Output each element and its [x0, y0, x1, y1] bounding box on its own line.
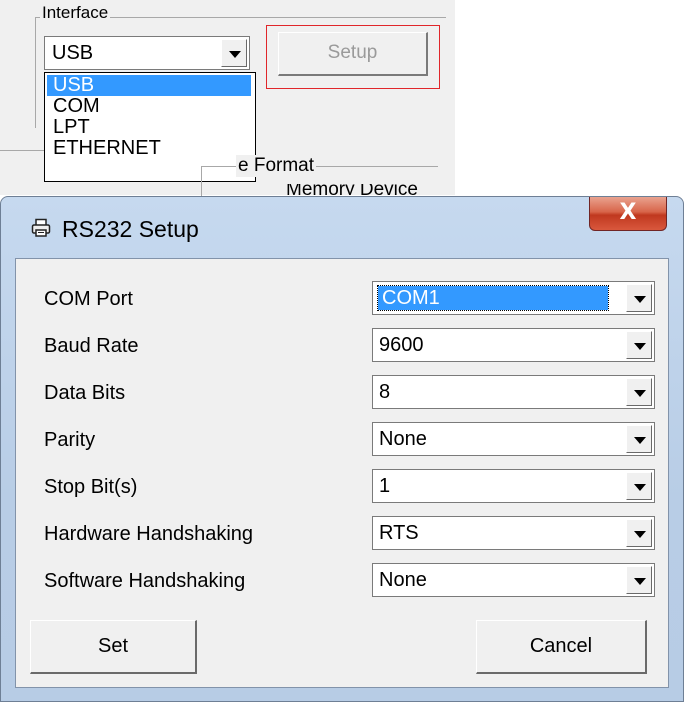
software-handshaking-select[interactable]: None [372, 563, 655, 597]
interface-option-lpt[interactable]: LPT [47, 117, 251, 138]
hardware-handshaking-label: Hardware Handshaking [44, 523, 254, 545]
format-legend: e Format [236, 155, 317, 177]
chevron-down-icon[interactable] [626, 284, 652, 312]
set-button[interactable]: Set [30, 620, 197, 674]
chevron-down-icon[interactable] [626, 472, 652, 500]
data-bits-label: Data Bits [44, 382, 126, 404]
divider [0, 150, 44, 151]
interface-option-ethernet[interactable]: ETHERNET [47, 138, 251, 159]
baud-rate-label: Baud Rate [44, 335, 139, 357]
interface-select[interactable]: USB [44, 36, 250, 70]
stop-bits-select[interactable]: 1 [372, 469, 655, 503]
chevron-down-icon[interactable] [626, 425, 652, 453]
stop-bits-value: 1 [379, 475, 391, 497]
interface-option-com[interactable]: COM [47, 96, 251, 117]
com-port-label: COM Port [44, 288, 133, 310]
data-bits-value: 8 [379, 381, 391, 403]
chevron-down-icon[interactable] [626, 519, 652, 547]
chevron-down-icon[interactable] [221, 39, 247, 67]
stop-bits-label: Stop Bit(s) [44, 476, 138, 498]
baud-rate-value: 9600 [379, 334, 424, 356]
close-button[interactable]: X [589, 197, 667, 231]
printer-icon [31, 218, 51, 237]
data-bits-select[interactable]: 8 [372, 375, 655, 409]
dialog-titlebar[interactable]: RS232 Setup X [1, 197, 683, 261]
baud-rate-select[interactable]: 9600 [372, 328, 655, 362]
interface-legend: Interface [40, 3, 111, 23]
parity-label: Parity [44, 429, 96, 451]
parity-value: None [379, 428, 427, 450]
setup-highlight-box: Setup [266, 25, 440, 89]
chevron-down-icon[interactable] [626, 331, 652, 359]
cancel-button[interactable]: Cancel [476, 620, 647, 674]
com-port-select[interactable]: COM1 [372, 281, 655, 315]
rs232-setup-dialog: RS232 Setup X COM Port COM1 Baud Rate 96… [0, 196, 684, 702]
dialog-title: RS232 Setup [62, 216, 199, 242]
hardware-handshaking-value: RTS [379, 522, 419, 544]
com-port-value: COM1 [377, 285, 609, 311]
setup-button[interactable]: Setup [278, 32, 428, 76]
format-sub-label: Memory Device [286, 184, 418, 195]
dialog-content: COM Port COM1 Baud Rate 9600 Data Bits 8… [15, 258, 669, 688]
interface-panel: Interface USB USB COM LPT ETHERNET Setup… [0, 0, 455, 197]
interface-option-usb[interactable]: USB [47, 75, 251, 96]
hardware-handshaking-select[interactable]: RTS [372, 516, 655, 550]
parity-select[interactable]: None [372, 422, 655, 456]
interface-select-value: USB [52, 42, 94, 64]
close-icon: X [619, 200, 637, 225]
software-handshaking-value: None [379, 569, 427, 591]
chevron-down-icon[interactable] [626, 378, 652, 406]
chevron-down-icon[interactable] [626, 566, 652, 594]
software-handshaking-label: Software Handshaking [44, 570, 246, 592]
